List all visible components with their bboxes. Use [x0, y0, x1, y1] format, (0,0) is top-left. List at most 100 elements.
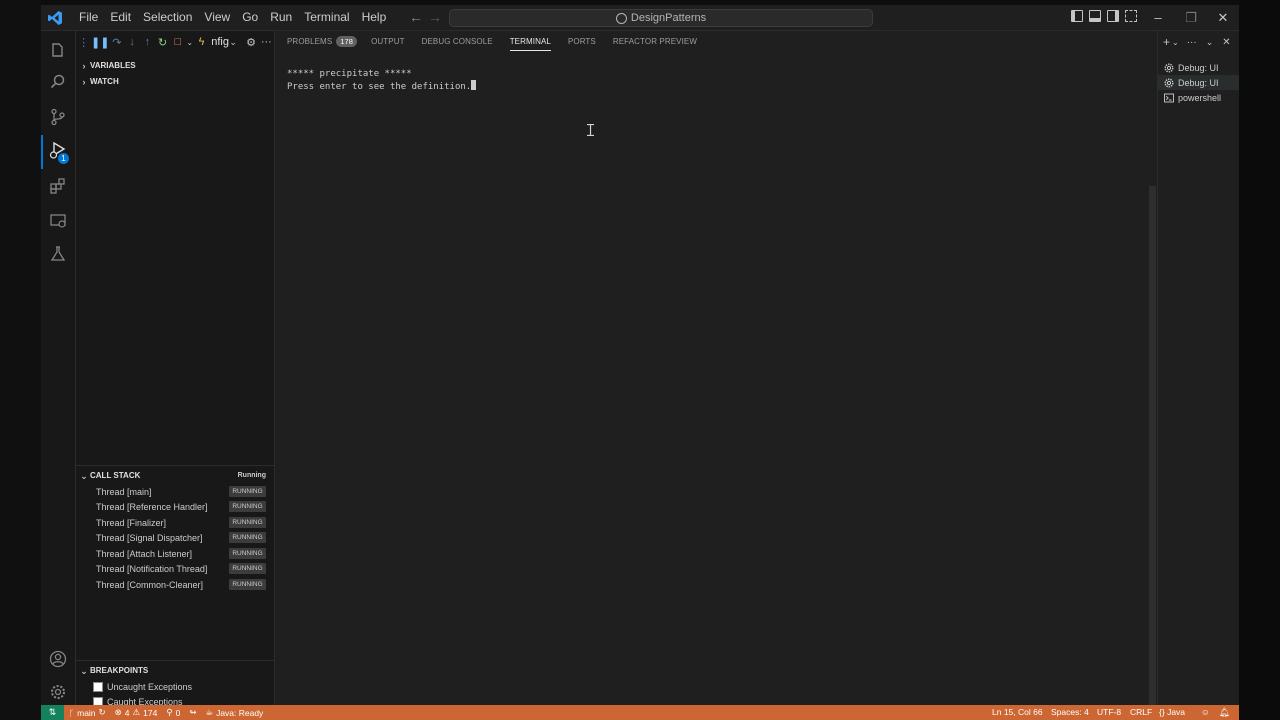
terminal-cursor [471, 80, 477, 90]
testing-icon[interactable] [49, 245, 67, 263]
problems-status[interactable]: ⊗ 4 ⚠ 174 [115, 707, 158, 718]
breakpoint-item[interactable]: Uncaught Exceptions [76, 679, 274, 694]
close-panel-icon[interactable]: ✕ [1222, 37, 1230, 48]
menu-help[interactable]: Help [356, 5, 393, 30]
menu-selection[interactable]: Selection [137, 5, 198, 30]
minimize-icon[interactable]: – [1141, 5, 1175, 30]
terminal-dropdown-chevron-icon[interactable]: ⌄ [1172, 38, 1179, 47]
hot-code-replace-icon[interactable]: ϟ [194, 33, 209, 51]
thread-state-badge: RUNNING [229, 548, 266, 559]
tab-problems-label: PROBLEMS [287, 37, 333, 46]
toggle-primary-sidebar-icon[interactable] [1071, 10, 1083, 22]
stop-icon[interactable]: □ [170, 33, 185, 51]
config-chevron-down-icon[interactable]: ⌄ [229, 33, 237, 51]
tab-problems[interactable]: PROBLEMS 178 [287, 31, 358, 53]
tab-refactor-preview[interactable]: REFACTOR PREVIEW [613, 31, 697, 53]
pause-icon[interactable]: ❚❚ [91, 33, 109, 51]
stop-dropdown-icon[interactable]: ⌄ [186, 33, 194, 51]
menu-run[interactable]: Run [264, 5, 298, 30]
debug-gear-icon [1164, 63, 1174, 72]
panel-tabs: PROBLEMS 178 OUTPUT DEBUG CONSOLE TERMINA… [275, 31, 1157, 53]
remote-indicator-icon[interactable]: ⇅ [41, 705, 64, 720]
watch-section-header[interactable]: › WATCH [76, 73, 274, 91]
terminal-output[interactable]: ***** precipitate ***** Press enter to se… [287, 68, 477, 93]
feedback-icon[interactable]: ☺ [1201, 705, 1210, 720]
java-status[interactable]: ☕ Java: Ready [205, 707, 263, 718]
tab-terminal[interactable]: TERMINAL [509, 31, 552, 53]
notifications-bell-icon[interactable]: 🔔︎ [1219, 705, 1230, 720]
branch-status[interactable]: ᚴ main ↻ [69, 707, 106, 718]
layout-controls [1071, 10, 1137, 22]
terminal-entry[interactable]: powershell [1158, 90, 1239, 105]
thread-row[interactable]: Thread [Attach Listener] RUNNING [76, 546, 274, 561]
thread-row[interactable]: Thread [Signal Dispatcher] RUNNING [76, 530, 274, 545]
callstack-section-header[interactable]: ⌄ CALL STACK Running [76, 467, 274, 485]
language-name: Java [1167, 707, 1186, 717]
terminal-scrollbar-thumb[interactable] [1149, 186, 1156, 705]
thread-row[interactable]: Thread [Notification Thread] RUNNING [76, 561, 274, 576]
thread-row[interactable]: Thread [Reference Handler] RUNNING [76, 499, 274, 514]
more-actions-icon[interactable]: ··· [1187, 37, 1197, 48]
status-bar: ⇅ ᚴ main ↻ ⊗ 4 ⚠ 174 ⚲ 0 ↬ ☕ Java: Ready… [41, 705, 1239, 720]
terminal-line: ***** precipitate ***** [287, 69, 412, 79]
ports-icon: ⚲ [166, 707, 173, 717]
close-window-icon[interactable]: ✕ [1206, 5, 1239, 30]
thread-row[interactable]: Thread [main] RUNNING [76, 484, 274, 499]
remote-explorer-icon[interactable] [49, 212, 67, 230]
terminal-entry[interactable]: Debug: UI [1158, 75, 1239, 90]
thread-row[interactable]: Thread [Common-Cleaner] RUNNING [76, 577, 274, 592]
terminal-list: + ⌄ ··· ⌄ ✕ Debug: UI Debug: UI powershe… [1157, 31, 1239, 705]
step-out-icon[interactable]: ↑ [140, 33, 155, 51]
encoding-status[interactable]: UTF-8 [1097, 705, 1121, 720]
drag-handle-icon[interactable]: ⋮ [76, 33, 91, 51]
new-terminal-plus-icon[interactable]: + [1163, 35, 1170, 49]
language-status[interactable]: {} Java [1159, 705, 1185, 720]
braces-icon: {} [1159, 707, 1165, 717]
toggle-panel-icon[interactable] [1089, 10, 1101, 22]
tab-ports[interactable]: PORTS [568, 31, 596, 53]
explorer-icon[interactable] [49, 41, 67, 59]
settings-gear-icon[interactable]: ⚙ [243, 33, 258, 51]
terminal-prompt-icon [1164, 93, 1174, 102]
eol-status[interactable]: CRLF [1130, 705, 1152, 720]
breakpoints-section-header[interactable]: ⌄ BREAKPOINTS [76, 662, 274, 680]
active-view-indicator [41, 135, 43, 169]
manage-gear-icon[interactable] [49, 683, 67, 701]
maximize-panel-chevron-icon[interactable]: ⌄ [1206, 37, 1214, 48]
toggle-secondary-sidebar-icon[interactable] [1107, 10, 1119, 22]
step-over-icon[interactable]: ↷ [109, 33, 124, 51]
back-arrow-icon[interactable]: ← [408, 9, 424, 25]
restore-icon[interactable]: ❐ [1174, 5, 1208, 30]
menu-edit[interactable]: Edit [104, 5, 137, 30]
error-icon: ⊗ [114, 707, 122, 717]
source-control-icon[interactable] [49, 108, 67, 126]
menu-terminal[interactable]: Terminal [298, 5, 355, 30]
tab-debug-console[interactable]: DEBUG CONSOLE [422, 31, 493, 53]
indentation-status[interactable]: Spaces: 4 [1051, 705, 1089, 720]
tab-output[interactable]: OUTPUT [371, 31, 405, 53]
debug-launch-status[interactable]: ↬ [189, 707, 196, 718]
step-into-icon[interactable]: ↓ [125, 33, 140, 51]
forward-arrow-icon[interactable]: → [427, 9, 443, 25]
customize-layout-icon[interactable] [1125, 10, 1137, 22]
command-center-search[interactable]: DesignPatterns [449, 9, 873, 27]
thread-row[interactable]: Thread [Finalizer] RUNNING [76, 515, 274, 530]
extensions-icon[interactable] [49, 177, 67, 195]
thread-state-badge: RUNNING [229, 517, 266, 528]
ports-status[interactable]: ⚲ 0 [166, 707, 180, 718]
accounts-icon[interactable] [49, 650, 67, 668]
menu-view[interactable]: View [198, 5, 236, 30]
java-status-text: Java: Ready [216, 707, 264, 718]
menu-file[interactable]: File [73, 5, 104, 30]
search-icon[interactable] [49, 73, 67, 91]
more-actions-icon[interactable]: ··· [259, 33, 274, 51]
terminal-entry[interactable]: Debug: UI [1158, 60, 1239, 75]
breakpoint-checkbox[interactable] [93, 681, 103, 692]
menu-go[interactable]: Go [236, 5, 264, 30]
restart-icon[interactable]: ↻ [155, 33, 170, 51]
cursor-position[interactable]: Ln 15, Col 66 [992, 705, 1043, 720]
chevron-right-icon: › [82, 77, 86, 87]
ports-count: 0 [175, 707, 181, 718]
thread-name: Thread [Signal Dispatcher] [96, 532, 203, 543]
launch-config-select[interactable]: nfig [211, 36, 229, 48]
